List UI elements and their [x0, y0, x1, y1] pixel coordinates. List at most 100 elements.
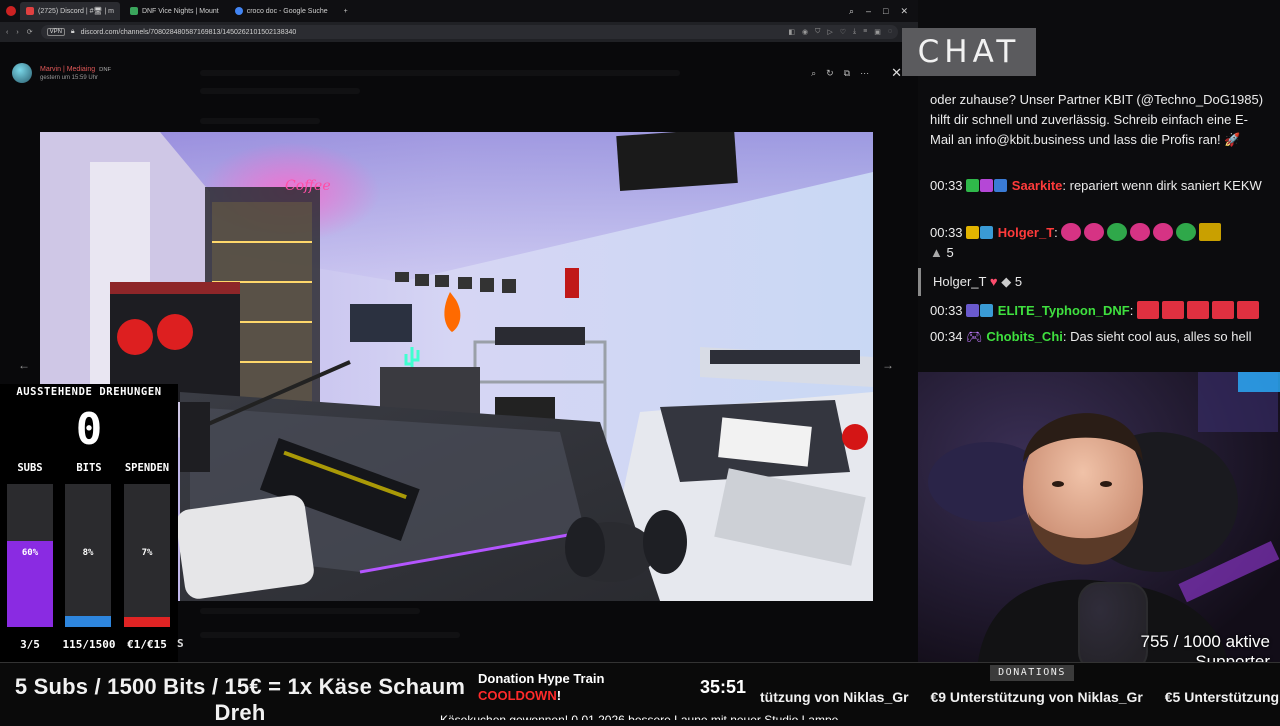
search-tabs-icon[interactable]: ⌕: [849, 6, 854, 17]
bits-progress-bar: 8%: [65, 484, 111, 627]
bits-diamond-icon: ◆: [1001, 274, 1012, 289]
subs-count: 3/5: [20, 638, 40, 651]
minimize-icon[interactable]: –: [866, 6, 871, 17]
message-text: oder zuhause? Unser Partner KBIT (@Techn…: [930, 92, 1264, 147]
crown-icon: [980, 226, 994, 239]
donation-entry: €9 Unterstützung von Niklas_Gr: [930, 689, 1143, 705]
tab-label: DNF Vice Nights | Mount: [141, 7, 219, 15]
message-time: 00:33: [930, 225, 963, 240]
author-name[interactable]: Marvin | Mediaing: [40, 66, 95, 73]
rotate-icon[interactable]: ↻: [826, 68, 834, 79]
bottom-subtitle: Käsekuchen gewonnen! 0.01.2026 bessere L…: [440, 713, 839, 720]
author-tag: DNF: [99, 66, 112, 73]
donations-tag: DONATIONS: [990, 665, 1074, 681]
donations-progress-fill: [124, 617, 170, 627]
maximize-icon[interactable]: □: [883, 6, 888, 17]
zoom-icon[interactable]: ⌕: [811, 68, 816, 79]
play-icon[interactable]: ▷: [827, 28, 832, 36]
bits-emote-icon: [1199, 223, 1222, 241]
dnf-heart-emote-icon: [1084, 223, 1105, 241]
hype-train-status-suffix: !: [556, 688, 562, 703]
reload-icon[interactable]: ⟳: [27, 28, 33, 36]
badge-icon: [966, 226, 980, 239]
close-window-icon[interactable]: ✕: [900, 6, 908, 17]
cutoff-text: S: [177, 637, 184, 650]
forward-icon[interactable]: ›: [16, 29, 18, 36]
hype-reaction-row: Holger_T ♥ ◆ 5: [918, 268, 1280, 296]
badge-icon: [966, 179, 980, 192]
username[interactable]: Saarkite: [1012, 178, 1063, 193]
post-timestamp: gestern um 15:59 Uhr: [40, 74, 99, 81]
vpn-badge[interactable]: VPN: [46, 28, 65, 36]
open-original-icon[interactable]: ⧉: [844, 68, 850, 79]
donations-label: SPENDEN: [124, 462, 170, 474]
svg-text:Coffee: Coffee: [285, 178, 331, 194]
wallet-icon[interactable]: ▣: [874, 28, 881, 36]
message-time: 00:33: [930, 178, 963, 193]
tab-dnf-vice-nights[interactable]: DNF Vice Nights | Mount: [124, 2, 225, 20]
download-icon[interactable]: ⤓: [853, 28, 856, 36]
plus-icon: +: [343, 7, 348, 15]
heart-icon: ♥: [989, 274, 998, 289]
chat-message: 00:33 Holger_T: ▲ 5: [930, 223, 1266, 263]
close-viewer-icon[interactable]: ✕: [891, 65, 902, 81]
subs-label: SUBS: [17, 462, 43, 474]
url-text: discord.com/channels/708028480587169813/…: [80, 28, 297, 36]
gift-icon: [994, 179, 1008, 192]
bits-count: 115/1500: [62, 638, 116, 651]
bits-triangle-icon: ▲: [930, 245, 943, 260]
hype-train-status-text: COOLDOWN: [478, 688, 557, 703]
message-text: : Das sieht cool aus, alles so hell: [1062, 329, 1252, 344]
donations-progress-bar: 7%: [124, 484, 170, 627]
discord-favicon-icon: [26, 7, 34, 15]
message-time: 00:33: [930, 303, 963, 318]
bits-progress-fill: [65, 615, 111, 627]
crown-icon: [980, 304, 994, 317]
hype-train-title: Donation Hype Train: [478, 671, 605, 686]
username[interactable]: ELITE_Typhoon_DNF: [998, 303, 1130, 318]
previous-image-icon[interactable]: ←: [18, 358, 30, 372]
username[interactable]: Chobits_Chi: [986, 329, 1063, 344]
url-field[interactable]: VPN 🔒︎ discord.com/channels/708028480587…: [40, 25, 898, 39]
chat-message: 00:34 🎮︎ Chobits_Chi: Das sieht cool aus…: [930, 327, 1266, 347]
message-text: :: [1129, 303, 1134, 318]
donation-entry: €5 Unterstützung von xero1607: [1164, 689, 1280, 705]
extension-icon[interactable]: ◧: [788, 28, 795, 36]
chat-label: CHAT: [902, 28, 1036, 76]
shield-icon[interactable]: ⛉: [815, 28, 820, 36]
address-bar: ‹ › ⟳ VPN 🔒︎ discord.com/channels/708028…: [0, 22, 918, 42]
menu-icon[interactable]: ≡: [863, 28, 867, 36]
dnf-heart-emote-icon: [1061, 223, 1082, 241]
pending-spins-title: AUSSTEHENDE DREHUNGEN: [16, 386, 162, 398]
camera-icon[interactable]: ◉: [802, 28, 808, 36]
spin-goal-text: 5 Subs / 1500 Bits / 15€ = 1x Käse Schau…: [14, 674, 466, 725]
tab-google-search[interactable]: croco doc - Google Suche: [229, 2, 334, 20]
chat-message: 00:33 Saarkite: repariert wenn dirk sani…: [930, 176, 1266, 196]
ehre-emote-icon: [1186, 301, 1209, 319]
hype-train-status: COOLDOWN!: [478, 688, 561, 703]
message-time: 00:34: [930, 329, 963, 344]
bookmark-icon[interactable]: ♡: [840, 28, 846, 36]
hype-count: 5: [1014, 274, 1023, 289]
tab-label: croco doc - Google Suche: [246, 7, 328, 15]
donations-count: €1/€15: [127, 638, 167, 651]
tab-label: (2725) Discord | #🖥 | m: [38, 8, 114, 15]
dnf-heart-emote-icon: [1130, 223, 1151, 241]
donation-entry: tützung von Niklas_Gr: [760, 689, 909, 705]
ehre-emote-icon: [1211, 301, 1234, 319]
bits-label: BITS: [76, 462, 102, 474]
tab-discord[interactable]: (2725) Discord | #🖥 | m: [20, 2, 120, 20]
chat-message: 00:33 ELITE_Typhoon_DNF:: [930, 301, 1266, 321]
more-options-icon[interactable]: ⋯: [860, 68, 869, 79]
donations-marquee: tützung von Niklas_Gr €9 Unterstützung v…: [760, 689, 1280, 711]
hype-train-timer: 35:51: [700, 677, 747, 697]
avatar[interactable]: [12, 63, 32, 83]
lock-icon: 🔒︎: [70, 28, 75, 35]
message-text: :: [1054, 225, 1058, 240]
back-icon[interactable]: ‹: [6, 29, 8, 36]
viewer-header: Marvin | Mediaing DNF gestern um 15:59 Uh…: [12, 58, 902, 88]
username[interactable]: Holger_T: [998, 225, 1054, 240]
profile-icon[interactable]: ◌: [888, 28, 892, 36]
new-tab-button[interactable]: +: [338, 2, 354, 20]
next-image-icon[interactable]: →: [882, 358, 894, 372]
